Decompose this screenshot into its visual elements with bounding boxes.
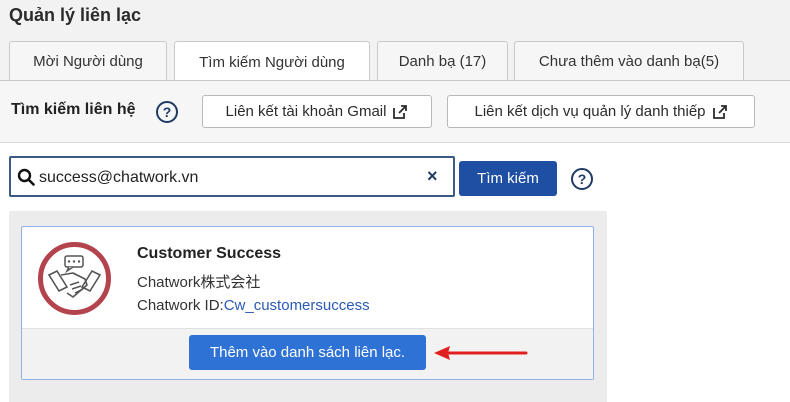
contact-name: Customer Success: [137, 245, 282, 262]
search-input[interactable]: [39, 167, 419, 189]
arrow-annotation: [434, 346, 528, 360]
external-link-icon: [393, 104, 408, 119]
external-link-icon: [712, 104, 727, 119]
tab-contacts[interactable]: Danh bạ (17): [377, 41, 508, 81]
contact-id-link[interactable]: Cw_customersuccess: [224, 297, 370, 314]
business-card-link-label: Liên kết dịch vụ quản lý danh thiếp: [474, 103, 706, 120]
gmail-link-button[interactable]: Liên kết tài khoản Gmail: [202, 95, 432, 128]
handshake-icon: [38, 242, 111, 315]
search-icon: [17, 168, 35, 186]
search-field[interactable]: ×: [9, 156, 455, 197]
search-help-icon[interactable]: ?: [571, 168, 593, 190]
contact-id-label: Chatwork ID:: [137, 297, 224, 314]
gmail-link-label: Liên kết tài khoản Gmail: [225, 103, 387, 120]
tab-not-added[interactable]: Chưa thêm vào danh bạ(5): [514, 41, 744, 81]
add-to-contacts-button[interactable]: Thêm vào danh sách liên lạc.: [189, 335, 426, 370]
tab-invite-users[interactable]: Mời Người dùng: [9, 41, 167, 81]
clear-icon[interactable]: ×: [427, 166, 438, 187]
help-icon[interactable]: ?: [156, 101, 178, 123]
business-card-link-button[interactable]: Liên kết dịch vụ quản lý danh thiếp: [447, 95, 755, 128]
contact-id-row: Chatwork ID:Cw_customersuccess: [137, 297, 370, 314]
contact-company: Chatwork株式会社: [137, 274, 261, 291]
page-title: Quản lý liên lạc: [9, 5, 142, 25]
section-title: Tìm kiếm liên hệ: [11, 101, 136, 118]
search-button[interactable]: Tìm kiếm: [459, 161, 557, 196]
active-tab-mask: [174, 41, 370, 82]
